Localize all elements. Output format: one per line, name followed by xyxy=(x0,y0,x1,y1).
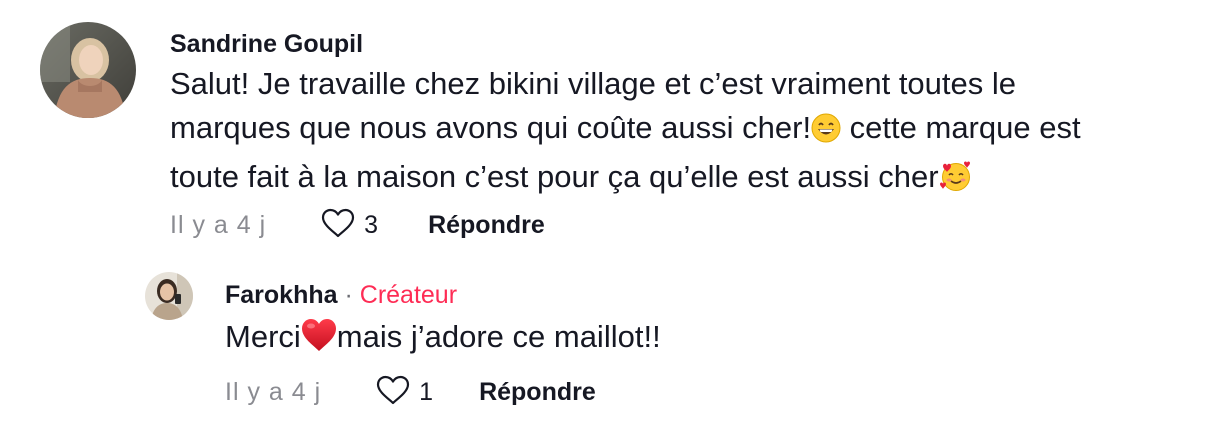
avatar-image xyxy=(40,22,136,118)
avatar-image xyxy=(145,272,193,320)
creator-badge: Créateur xyxy=(359,281,458,309)
comment-text-line: marques que nous avons qui coûte aussi c… xyxy=(170,106,1200,155)
like-button[interactable]: 3 xyxy=(320,207,378,244)
comment-text-line: toute fait à la maison c’est pour ça qu’… xyxy=(170,155,1200,204)
reply-button[interactable]: Répondre xyxy=(428,211,545,240)
reply-button[interactable]: Répondre xyxy=(479,378,596,407)
comment-timestamp: Il y a 4 j xyxy=(170,211,267,239)
reply-item: Farokhha · Créateur Merci mais j’adore c… xyxy=(0,260,1222,430)
comment-text-segment: cette marque est xyxy=(841,110,1081,145)
avatar[interactable] xyxy=(145,272,193,320)
like-count: 3 xyxy=(364,211,379,239)
smiling-face-with-hearts-emoji-icon xyxy=(939,160,973,204)
reply-author: Farokhha · Créateur xyxy=(225,281,457,310)
comment-text-segment: toute fait à la maison c’est pour ça qu’… xyxy=(170,159,939,194)
heart-outline-icon[interactable] xyxy=(320,207,356,244)
avatar[interactable] xyxy=(40,22,136,118)
comment-author[interactable]: Sandrine Goupil xyxy=(170,30,363,59)
grinning-face-emoji-icon xyxy=(811,111,841,155)
like-button[interactable]: 1 xyxy=(375,374,433,411)
comment-text: Salut! Je travaille chez bikini village … xyxy=(170,62,1200,204)
reply-text-segment: mais j’adore ce maillot!! xyxy=(336,319,661,354)
reply-text: Merci mais j’adore ce maillot!! xyxy=(225,315,1205,364)
reply-meta: Il y a 4 j 1 Répondre xyxy=(225,374,596,411)
comment-text-line: Salut! Je travaille chez bikini village … xyxy=(170,66,1017,101)
heart-outline-icon[interactable] xyxy=(375,374,411,411)
reply-author-name[interactable]: Farokhha xyxy=(225,281,338,309)
comment-meta: Il y a 4 j 3 Répondre xyxy=(170,207,545,244)
reply-text-segment: Merci xyxy=(225,319,301,354)
comment-text-segment: marques que nous avons qui coûte aussi c… xyxy=(170,110,812,145)
reply-timestamp: Il y a 4 j xyxy=(225,378,322,406)
separator-dot: · xyxy=(344,281,353,309)
red-heart-emoji-icon xyxy=(301,318,337,364)
comment-item: Sandrine Goupil Salut! Je travaille chez… xyxy=(0,0,1222,260)
like-count: 1 xyxy=(419,378,434,406)
comment-thread: { "comments": [ { "author": "Sandrine Go… xyxy=(0,0,1222,430)
